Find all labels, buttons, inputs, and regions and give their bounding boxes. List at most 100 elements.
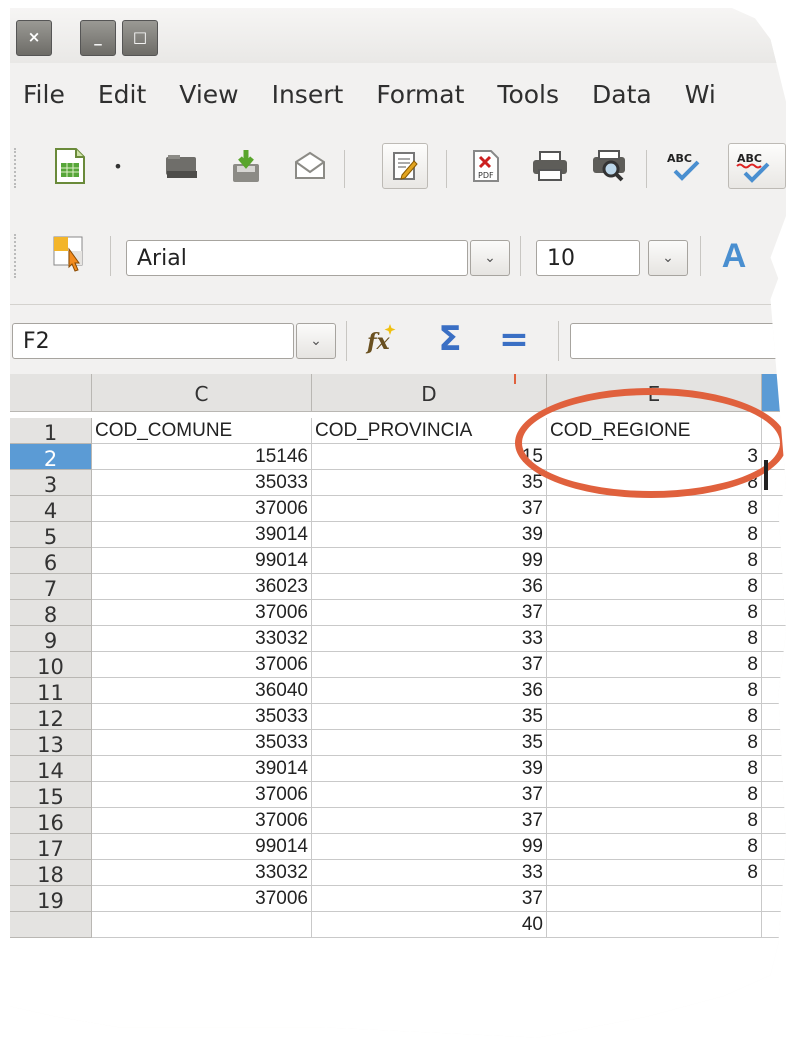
table-cell[interactable]: 8 [547, 470, 762, 496]
row-header[interactable]: 5 [10, 522, 92, 549]
menu-edit[interactable]: Edit [98, 80, 146, 109]
table-cell[interactable]: 36040 [92, 678, 312, 704]
spellcheck-icon[interactable]: ABC [664, 146, 704, 186]
row-header[interactable]: 2 [10, 444, 92, 471]
table-cell[interactable]: 8 [547, 808, 762, 834]
font-name-dropdown[interactable]: ⌄ [470, 240, 510, 276]
sum-icon[interactable]: Σ [430, 319, 470, 359]
table-cell[interactable]: 8 [547, 860, 762, 886]
table-cell[interactable]: 37 [312, 808, 547, 834]
row-header[interactable]: 14 [10, 756, 92, 783]
menu-file[interactable]: File [23, 80, 65, 109]
email-icon[interactable] [290, 146, 330, 186]
table-cell[interactable]: 33 [312, 626, 547, 652]
table-cell[interactable]: 15146 [92, 444, 312, 470]
font-color-icon[interactable]: A [714, 236, 754, 276]
column-header-c[interactable]: C [92, 374, 312, 412]
name-box-dropdown[interactable]: ⌄ [296, 323, 336, 359]
row-header[interactable]: 11 [10, 678, 92, 705]
menu-insert[interactable]: Insert [272, 80, 344, 109]
row-header[interactable]: 18 [10, 860, 92, 887]
table-cell[interactable]: 15 [312, 444, 547, 470]
table-cell[interactable] [762, 652, 786, 678]
font-size-combo[interactable]: 10 [536, 240, 640, 276]
table-cell[interactable] [762, 626, 786, 652]
table-cell[interactable] [762, 756, 786, 782]
table-cell[interactable]: 39014 [92, 522, 312, 548]
styles-formatting-icon[interactable] [50, 234, 90, 274]
table-cell[interactable] [92, 912, 312, 938]
menu-tools[interactable]: Tools [497, 80, 559, 109]
table-cell[interactable] [762, 418, 786, 444]
name-box[interactable]: F2 [12, 323, 294, 359]
row-header[interactable]: 17 [10, 834, 92, 861]
table-cell[interactable]: 33032 [92, 626, 312, 652]
table-cell[interactable] [762, 522, 786, 548]
table-cell[interactable]: 99014 [92, 834, 312, 860]
table-cell[interactable]: 8 [547, 704, 762, 730]
row-header[interactable]: 3 [10, 470, 92, 497]
table-cell[interactable] [762, 886, 786, 912]
new-spreadsheet-icon[interactable] [50, 146, 90, 186]
export-pdf-icon[interactable]: PDF [466, 146, 506, 186]
header-cell[interactable]: COD_REGIONE [547, 418, 762, 444]
table-cell[interactable]: 35 [312, 730, 547, 756]
table-cell[interactable]: 35033 [92, 730, 312, 756]
menu-window[interactable]: Wi [685, 80, 716, 109]
table-cell[interactable] [762, 730, 786, 756]
table-cell[interactable] [762, 912, 786, 938]
row-header[interactable]: 16 [10, 808, 92, 835]
table-cell[interactable]: 37006 [92, 496, 312, 522]
table-cell[interactable]: 8 [547, 678, 762, 704]
row-header[interactable]: 13 [10, 730, 92, 757]
table-cell[interactable]: 37 [312, 652, 547, 678]
autospellcheck-icon[interactable]: ABC [728, 143, 786, 189]
function-wizard-icon[interactable]: fx [362, 319, 402, 359]
table-cell[interactable] [547, 912, 762, 938]
column-header-d[interactable]: D [312, 374, 547, 412]
table-cell[interactable]: 37006 [92, 808, 312, 834]
table-cell[interactable]: 35 [312, 470, 547, 496]
formula-input[interactable] [570, 323, 786, 359]
menu-view[interactable]: View [179, 80, 238, 109]
print-icon[interactable] [530, 146, 570, 186]
table-cell[interactable]: 37006 [92, 782, 312, 808]
column-header-f[interactable] [762, 374, 786, 412]
close-window-button[interactable]: × [16, 20, 52, 56]
table-cell[interactable]: 33 [312, 860, 547, 886]
table-cell[interactable]: 35033 [92, 470, 312, 496]
row-header[interactable]: 19 [10, 886, 92, 913]
table-cell[interactable] [762, 834, 786, 860]
table-cell[interactable]: 99014 [92, 548, 312, 574]
table-cell[interactable]: 35033 [92, 704, 312, 730]
table-cell[interactable]: 8 [547, 834, 762, 860]
table-cell[interactable]: 39 [312, 522, 547, 548]
table-cell[interactable]: 36 [312, 678, 547, 704]
table-cell[interactable] [547, 886, 762, 912]
table-cell[interactable]: 8 [547, 600, 762, 626]
maximize-window-button[interactable]: □ [122, 20, 158, 56]
header-cell[interactable]: COD_COMUNE [92, 418, 312, 444]
minimize-window-button[interactable]: _ [80, 20, 116, 56]
table-cell[interactable] [762, 548, 786, 574]
menu-data[interactable]: Data [592, 80, 652, 109]
row-header[interactable]: 4 [10, 496, 92, 523]
table-cell[interactable] [762, 678, 786, 704]
table-cell[interactable]: 39 [312, 756, 547, 782]
table-cell[interactable]: 37 [312, 782, 547, 808]
table-cell[interactable]: 37006 [92, 886, 312, 912]
print-preview-icon[interactable] [590, 146, 630, 186]
table-cell[interactable]: 8 [547, 548, 762, 574]
table-cell[interactable]: 3 [547, 444, 762, 470]
table-cell[interactable]: 99 [312, 548, 547, 574]
table-cell[interactable]: 8 [547, 574, 762, 600]
toolbar-grip[interactable] [14, 148, 20, 188]
table-cell[interactable]: 8 [547, 522, 762, 548]
table-cell[interactable] [762, 860, 786, 886]
row-header[interactable] [10, 912, 92, 938]
table-cell[interactable]: 40 [312, 912, 547, 938]
open-folder-icon[interactable] [162, 146, 202, 186]
row-header[interactable]: 1 [10, 418, 92, 445]
row-header[interactable]: 15 [10, 782, 92, 809]
save-icon[interactable] [226, 146, 266, 186]
